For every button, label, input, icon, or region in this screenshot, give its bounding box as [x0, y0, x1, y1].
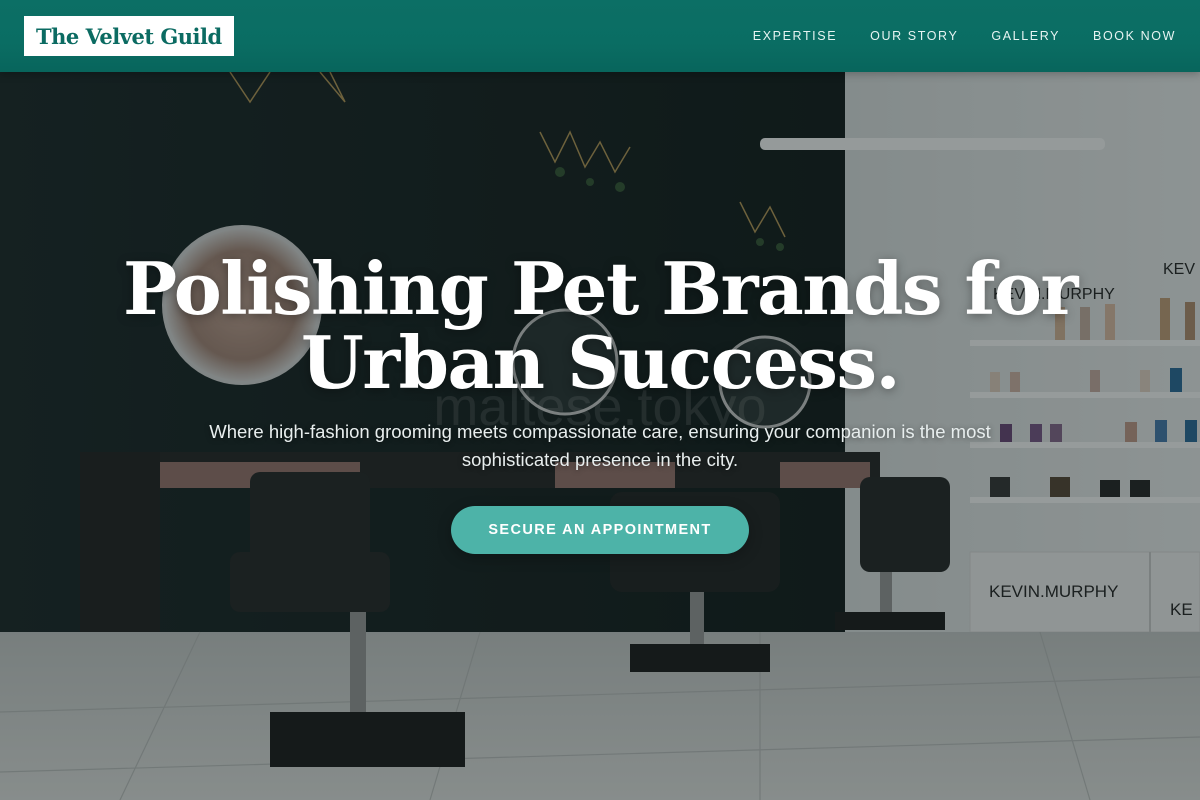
nav-link-book-now[interactable]: BOOK NOW [1093, 29, 1176, 43]
site-header: The Velvet Guild EXPERTISE OUR STORY GAL… [0, 0, 1200, 72]
hero-section: maltese.tokyo KEVIN.MURPHY KEV KEVIN.MUR… [0, 72, 1200, 800]
nav-link-gallery[interactable]: GALLERY [991, 29, 1060, 43]
nav-link-expertise[interactable]: EXPERTISE [753, 29, 837, 43]
hero-title: Polishing Pet Brands for Urban Success. [123, 246, 1078, 405]
hero-subtitle: Where high-fashion grooming meets compas… [209, 421, 991, 470]
secure-appointment-button[interactable]: SECURE AN APPOINTMENT [451, 506, 749, 554]
brand-logo[interactable]: The Velvet Guild [24, 16, 234, 56]
hero-content: Polishing Pet Brands for Urban Success. … [0, 252, 1200, 554]
nav-link-our-story[interactable]: OUR STORY [870, 29, 958, 43]
main-nav: EXPERTISE OUR STORY GALLERY BOOK NOW [753, 29, 1176, 43]
